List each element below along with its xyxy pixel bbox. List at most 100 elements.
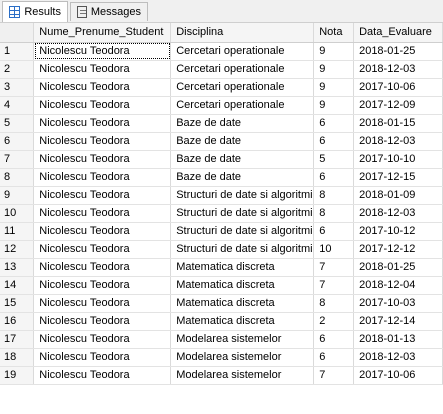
table-row[interactable]: 12 Nicolescu Teodora Structuri de date si … bbox=[0, 240, 443, 259]
column-header[interactable]: Disciplina bbox=[170, 23, 315, 43]
table-row[interactable]: 7 Nicolescu Teodora Baze de date 5 2017-10-1… bbox=[0, 150, 443, 169]
table-cell[interactable]: 2017-10-03 bbox=[353, 294, 443, 313]
row-number[interactable]: 5 bbox=[0, 114, 35, 133]
row-number[interactable]: 16 bbox=[0, 312, 35, 331]
table-cell[interactable]: 2017-12-12 bbox=[353, 240, 443, 259]
table-cell[interactable]: 8 bbox=[313, 294, 355, 313]
row-number[interactable]: 11 bbox=[0, 222, 35, 241]
table-cell[interactable]: Baze de date bbox=[170, 150, 315, 169]
table-cell[interactable]: 2018-01-15 bbox=[353, 114, 443, 133]
row-number[interactable]: 2 bbox=[0, 60, 35, 79]
table-row[interactable]: 6 Nicolescu Teodora Baze de date 6 2018-12-0… bbox=[0, 132, 443, 151]
table-cell[interactable]: Matematica discreta bbox=[170, 276, 315, 295]
table-cell[interactable]: Modelarea sistemelor bbox=[170, 366, 315, 385]
table-cell[interactable]: 8 bbox=[313, 204, 355, 223]
table-cell[interactable]: Nicolescu Teodora bbox=[33, 222, 172, 241]
table-cell[interactable]: 2017-12-15 bbox=[353, 168, 443, 187]
row-number[interactable]: 1 bbox=[0, 42, 35, 61]
table-cell[interactable]: 9 bbox=[313, 78, 355, 97]
table-cell[interactable]: 2017-10-10 bbox=[353, 150, 443, 169]
row-number[interactable]: 10 bbox=[0, 204, 35, 223]
table-cell[interactable]: 2 bbox=[313, 312, 355, 331]
table-cell[interactable]: 7 bbox=[313, 276, 355, 295]
table-cell[interactable]: 9 bbox=[313, 96, 355, 115]
table-cell[interactable]: Nicolescu Teodora bbox=[33, 78, 172, 97]
table-cell[interactable]: 2017-10-06 bbox=[353, 78, 443, 97]
table-cell[interactable]: Structuri de date si algoritmi bbox=[170, 240, 315, 259]
table-cell[interactable]: Structuri de date si algoritmi bbox=[170, 204, 315, 223]
table-cell[interactable]: Nicolescu Teodora bbox=[33, 276, 172, 295]
table-cell[interactable]: Modelarea sistemelor bbox=[170, 330, 315, 349]
table-cell[interactable]: Nicolescu Teodora bbox=[33, 294, 172, 313]
table-cell[interactable]: Cercetari operationale bbox=[170, 42, 315, 61]
header-corner[interactable] bbox=[0, 23, 35, 43]
table-cell[interactable]: Nicolescu Teodora bbox=[33, 204, 172, 223]
table-cell[interactable]: Cercetari operationale bbox=[170, 78, 315, 97]
table-cell[interactable]: 2017-12-09 bbox=[353, 96, 443, 115]
table-cell[interactable]: Baze de date bbox=[170, 168, 315, 187]
row-number[interactable]: 9 bbox=[0, 186, 35, 205]
row-number[interactable]: 12 bbox=[0, 240, 35, 259]
table-row[interactable]: 19 Nicolescu Teodora Modelarea sistemelor 7… bbox=[0, 366, 443, 385]
table-cell[interactable]: 6 bbox=[313, 330, 355, 349]
table-cell[interactable]: 10 bbox=[313, 240, 355, 259]
table-row[interactable]: 2 Nicolescu Teodora Cercetari operationale… bbox=[0, 60, 443, 79]
table-cell[interactable]: 6 bbox=[313, 222, 355, 241]
table-cell[interactable]: 2017-10-06 bbox=[353, 366, 443, 385]
table-row[interactable]: 18 Nicolescu Teodora Modelarea sistemelor 6… bbox=[0, 348, 443, 367]
table-cell[interactable]: 9 bbox=[313, 60, 355, 79]
table-cell[interactable]: Nicolescu Teodora bbox=[33, 114, 172, 133]
row-number[interactable]: 3 bbox=[0, 78, 35, 97]
table-row[interactable]: 5 Nicolescu Teodora Baze de date 6 2018-01-1… bbox=[0, 114, 443, 133]
results-grid[interactable]: Nume_Prenume_Student Disciplina Nota Data_E… bbox=[0, 23, 443, 414]
table-cell[interactable]: Nicolescu Teodora bbox=[33, 132, 172, 151]
table-cell[interactable]: 2018-01-09 bbox=[353, 186, 443, 205]
row-number[interactable]: 4 bbox=[0, 96, 35, 115]
row-number[interactable]: 14 bbox=[0, 276, 35, 295]
row-number[interactable]: 19 bbox=[0, 366, 35, 385]
table-cell[interactable]: 2018-12-03 bbox=[353, 60, 443, 79]
table-cell[interactable]: Nicolescu Teodora bbox=[33, 330, 172, 349]
table-cell[interactable]: Matematica discreta bbox=[170, 312, 315, 331]
table-cell[interactable]: Nicolescu Teodora bbox=[33, 96, 172, 115]
table-cell[interactable]: Matematica discreta bbox=[170, 258, 315, 277]
table-cell[interactable]: 7 bbox=[313, 258, 355, 277]
column-header[interactable]: Nota bbox=[313, 23, 355, 43]
column-header[interactable]: Data_Evaluare bbox=[353, 23, 443, 43]
table-row[interactable]: 14 Nicolescu Teodora Matematica discreta 7 2… bbox=[0, 276, 443, 295]
table-cell[interactable]: 9 bbox=[313, 42, 355, 61]
table-cell[interactable]: Nicolescu Teodora bbox=[33, 150, 172, 169]
row-number[interactable]: 18 bbox=[0, 348, 35, 367]
table-row[interactable]: 8 Nicolescu Teodora Baze de date 6 2017-12-1… bbox=[0, 168, 443, 187]
table-cell[interactable]: Nicolescu Teodora bbox=[33, 240, 172, 259]
table-cell[interactable]: Matematica discreta bbox=[170, 294, 315, 313]
table-cell[interactable]: 2017-10-12 bbox=[353, 222, 443, 241]
row-number[interactable]: 15 bbox=[0, 294, 35, 313]
table-cell[interactable]: 2018-01-13 bbox=[353, 330, 443, 349]
table-cell[interactable]: Nicolescu Teodora bbox=[33, 42, 172, 61]
table-cell[interactable]: 2018-01-25 bbox=[353, 42, 443, 61]
table-cell[interactable]: 7 bbox=[313, 366, 355, 385]
table-row[interactable]: 15 Nicolescu Teodora Matematica discreta 8 2… bbox=[0, 294, 443, 313]
table-cell[interactable]: Structuri de date si algoritmi bbox=[170, 222, 315, 241]
row-number[interactable]: 13 bbox=[0, 258, 35, 277]
table-row[interactable]: 13 Nicolescu Teodora Matematica discreta 7 2… bbox=[0, 258, 443, 277]
table-cell[interactable]: Nicolescu Teodora bbox=[33, 348, 172, 367]
table-cell[interactable]: Nicolescu Teodora bbox=[33, 312, 172, 331]
tab-messages[interactable]: Messages bbox=[70, 2, 148, 21]
table-row[interactable]: 3 Nicolescu Teodora Cercetari operationale… bbox=[0, 78, 443, 97]
table-cell[interactable]: Nicolescu Teodora bbox=[33, 186, 172, 205]
table-cell[interactable]: Cercetari operationale bbox=[170, 60, 315, 79]
table-cell[interactable]: 6 bbox=[313, 348, 355, 367]
table-cell[interactable]: Structuri de date si algoritmi bbox=[170, 186, 315, 205]
table-row[interactable]: 16 Nicolescu Teodora Matematica discreta 2 2… bbox=[0, 312, 443, 331]
row-number[interactable]: 17 bbox=[0, 330, 35, 349]
table-row[interactable]: 4 Nicolescu Teodora Cercetari operationale… bbox=[0, 96, 443, 115]
table-cell[interactable]: 8 bbox=[313, 186, 355, 205]
table-cell[interactable]: Nicolescu Teodora bbox=[33, 366, 172, 385]
table-row[interactable]: 17 Nicolescu Teodora Modelarea sistemelor 6… bbox=[0, 330, 443, 349]
table-cell[interactable]: Modelarea sistemelor bbox=[170, 348, 315, 367]
table-cell[interactable]: 2018-01-25 bbox=[353, 258, 443, 277]
table-cell[interactable]: 6 bbox=[313, 132, 355, 151]
table-cell[interactable]: Baze de date bbox=[170, 114, 315, 133]
